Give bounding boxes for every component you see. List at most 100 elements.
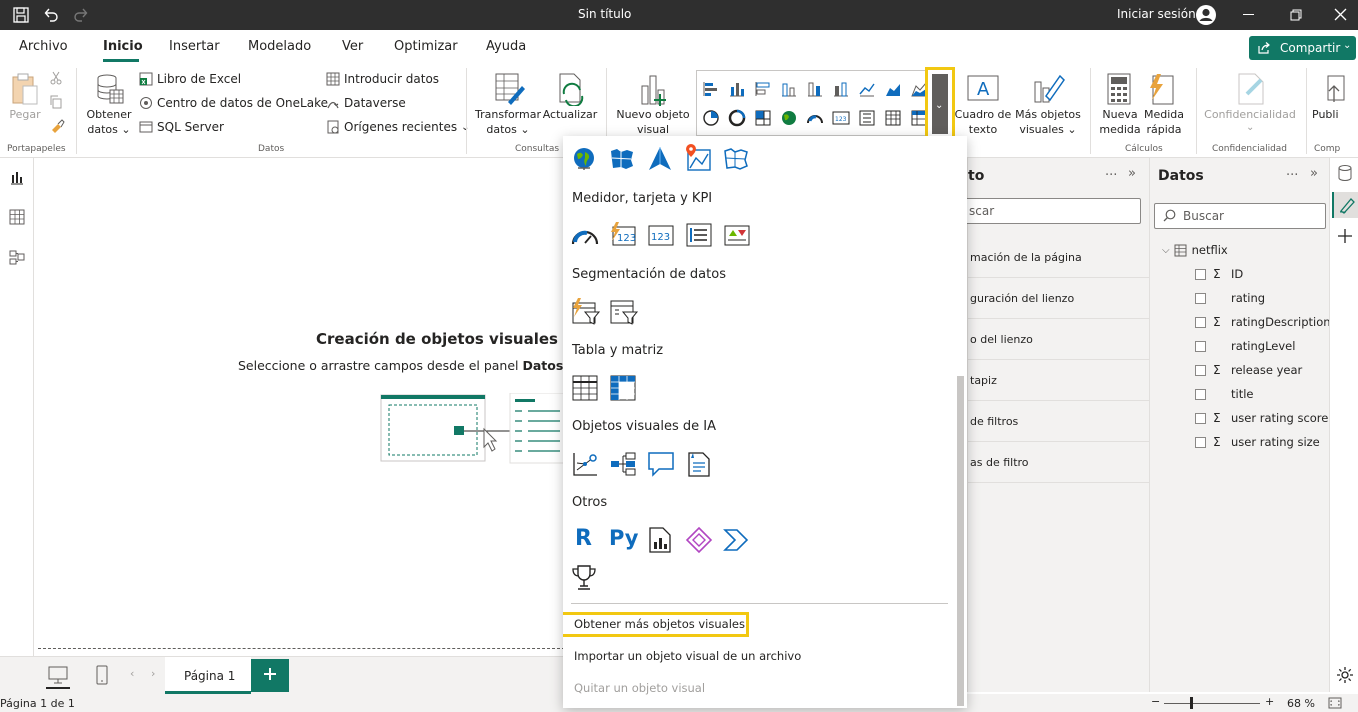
gauge-icon[interactable]: [571, 224, 599, 252]
sql-server-button[interactable]: SQL Server: [139, 118, 224, 136]
settings-gear-icon[interactable]: [1336, 666, 1354, 684]
collapse-pane-icon[interactable]: »: [1128, 166, 1136, 181]
field-checkbox[interactable]: [1195, 268, 1206, 280]
paginated-report-icon[interactable]: [647, 526, 675, 554]
matrix-icon[interactable]: [609, 374, 637, 402]
smart-card-icon[interactable]: 123: [609, 222, 637, 250]
restore-button[interactable]: [1290, 9, 1302, 21]
get-data-button[interactable]: Obtener datos ⌄: [84, 107, 134, 137]
more-visuals-button[interactable]: Más objetos visuales ⌄: [1012, 107, 1084, 137]
format-item-filter-cards[interactable]: as de filtro: [968, 442, 1150, 483]
stacked-column-chart-icon[interactable]: [728, 80, 746, 98]
clustered-column-chart-icon[interactable]: [780, 80, 798, 98]
decomposition-tree-icon[interactable]: [609, 450, 637, 478]
card-chart-icon[interactable]: 123: [832, 109, 850, 127]
stacked-bar-chart-icon[interactable]: [702, 80, 720, 98]
table-chart-icon[interactable]: [884, 109, 902, 127]
power-automate-icon[interactable]: [723, 526, 751, 554]
zoom-slider-thumb[interactable]: [1190, 697, 1193, 709]
multi-row-card-chart-icon[interactable]: [858, 109, 876, 127]
field-item[interactable]: Σrelease year: [1195, 359, 1302, 381]
smart-narrative-icon[interactable]: [685, 450, 713, 478]
share-button[interactable]: Compartir ⌄: [1249, 36, 1356, 60]
arcgis-map-icon[interactable]: [684, 144, 712, 172]
r-script-visual-icon[interactable]: R: [575, 526, 603, 554]
table-visual-icon[interactable]: [571, 374, 599, 402]
more-options-icon[interactable]: ···: [1286, 168, 1298, 183]
import-visual-item[interactable]: Importar un objeto visual de un archivo: [574, 649, 801, 663]
format-item-wallpaper[interactable]: tapiz: [968, 360, 1150, 401]
close-button[interactable]: [1334, 8, 1347, 21]
map-icon[interactable]: [571, 146, 599, 174]
dataverse-button[interactable]: Dataverse: [326, 94, 406, 112]
map-chart-icon[interactable]: [780, 109, 798, 127]
more-options-icon[interactable]: ···: [1105, 168, 1117, 183]
new-measure-button[interactable]: Nueva medida: [1096, 107, 1144, 137]
table-view-icon[interactable]: [9, 209, 25, 225]
filled-map-icon[interactable]: [609, 146, 637, 174]
fit-to-page-icon[interactable]: [1328, 696, 1342, 710]
mobile-layout-icon[interactable]: [96, 665, 108, 685]
card-icon[interactable]: 123: [647, 224, 675, 252]
new-visual-button[interactable]: Nuevo objeto visual: [612, 107, 694, 137]
enter-data-button[interactable]: Introducir datos: [326, 70, 439, 88]
kpi-icon[interactable]: [723, 224, 751, 252]
zoom-slider[interactable]: [1164, 703, 1260, 704]
data-search-input[interactable]: Buscar: [1154, 203, 1326, 229]
field-checkbox[interactable]: [1195, 292, 1206, 304]
field-checkbox[interactable]: [1195, 316, 1206, 328]
gallery-expand-button[interactable]: ⌄: [932, 74, 948, 134]
100-stacked-column-chart-icon[interactable]: [832, 80, 850, 98]
report-view-icon[interactable]: [9, 170, 25, 186]
100-stacked-bar-chart-icon[interactable]: [806, 80, 824, 98]
format-item-canvas-background[interactable]: o del lienzo: [968, 319, 1150, 360]
clustered-bar-chart-icon[interactable]: [754, 80, 772, 98]
field-item[interactable]: title: [1195, 383, 1253, 405]
get-more-visuals-item[interactable]: Obtener más objetos visuales: [574, 617, 745, 631]
signin-link[interactable]: Iniciar sesión: [1117, 7, 1196, 21]
gauge-chart-icon[interactable]: [806, 109, 824, 127]
dropdown-scrollbar[interactable]: [957, 376, 964, 706]
add-page-button[interactable]: [251, 659, 289, 692]
field-checkbox[interactable]: [1195, 412, 1206, 424]
quick-measure-button[interactable]: Medida rápida: [1138, 107, 1190, 137]
goals-trophy-icon[interactable]: [571, 564, 599, 592]
zoom-out-button[interactable]: −: [1151, 695, 1160, 708]
excel-button[interactable]: Libro de Excel: [139, 70, 241, 88]
field-item[interactable]: Σuser rating size: [1195, 431, 1320, 453]
azure-map-icon[interactable]: [647, 146, 675, 174]
python-visual-icon[interactable]: Py: [609, 526, 638, 554]
desktop-layout-icon[interactable]: [48, 666, 68, 684]
slicer-icon[interactable]: [609, 298, 639, 326]
data-pane-icon[interactable]: [1337, 164, 1353, 182]
menu-insertar[interactable]: Insertar: [169, 39, 220, 54]
recent-sources-button[interactable]: Orígenes recientes⌄: [326, 118, 469, 136]
visualizations-pane-tab[interactable]: [1332, 192, 1358, 218]
onelake-button[interactable]: Centro de datos de OneLake ⌄: [139, 94, 340, 112]
treemap-chart-icon[interactable]: [754, 109, 772, 127]
model-view-icon[interactable]: [9, 249, 25, 265]
menu-ayuda[interactable]: Ayuda: [486, 39, 526, 54]
textbox-button[interactable]: Cuadro de texto: [952, 107, 1014, 137]
donut-chart-icon[interactable]: [728, 109, 746, 127]
zoom-in-button[interactable]: +: [1265, 695, 1274, 708]
menu-inicio[interactable]: Inicio: [103, 39, 143, 54]
line-chart-icon[interactable]: [858, 80, 876, 98]
field-checkbox[interactable]: [1195, 388, 1206, 400]
menu-modelado[interactable]: Modelado: [248, 39, 311, 54]
report-canvas[interactable]: Creación de objetos visuales con Selecci…: [35, 158, 593, 658]
power-apps-icon[interactable]: [685, 526, 713, 554]
area-chart-icon[interactable]: [884, 80, 902, 98]
format-search-input[interactable]: scar: [958, 198, 1141, 224]
next-page-icon[interactable]: ›: [151, 667, 155, 680]
field-item[interactable]: ratingLevel: [1195, 335, 1295, 357]
format-item-filter-pane[interactable]: de filtros: [968, 401, 1150, 442]
shape-map-icon[interactable]: [723, 146, 751, 174]
publish-button[interactable]: Publi: [1312, 107, 1352, 122]
field-checkbox[interactable]: [1195, 436, 1206, 448]
field-item[interactable]: rating: [1195, 287, 1265, 309]
add-pane-icon[interactable]: [1337, 228, 1353, 244]
multi-row-card-icon[interactable]: [685, 222, 713, 250]
refresh-button[interactable]: Actualizar: [540, 107, 600, 122]
collapse-pane-icon[interactable]: »: [1310, 166, 1318, 181]
